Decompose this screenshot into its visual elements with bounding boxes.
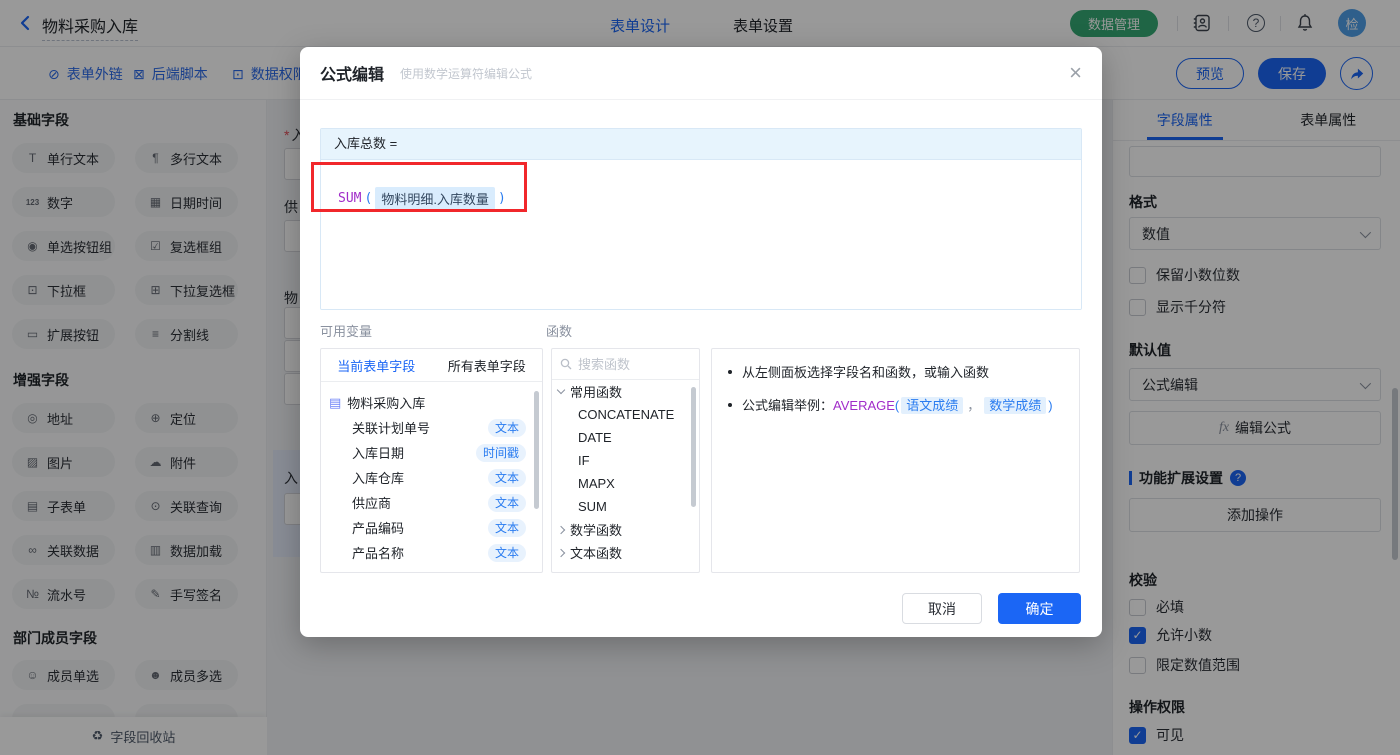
variable-row[interactable]: 产品名称 文本 <box>321 540 542 565</box>
function-group-math[interactable]: 数学函数 <box>552 518 699 541</box>
form-tree-root-label: 物料采购入库 <box>347 396 426 411</box>
variables-panel: 当前表单字段 所有表单字段 ▤ 物料采购入库 关联计划单号 文本 入库日期 时间戳 入… <box>320 348 543 573</box>
example-field-chip: 数学成绩 <box>984 396 1047 414</box>
type-badge: 时间戳 <box>475 443 526 462</box>
scrollbar[interactable] <box>691 387 696 507</box>
function-group-label: 常用函数 <box>570 385 623 400</box>
type-badge: 文本 <box>487 493 526 512</box>
open-paren: ( <box>364 191 373 206</box>
formula-target: 入库总数 = <box>321 129 1081 160</box>
open-paren: ( <box>894 397 900 413</box>
formula-expression: SUM(物料明细.入库数量) <box>338 187 509 210</box>
bullet-icon <box>728 402 732 407</box>
function-search-input[interactable] <box>578 356 678 372</box>
formula-input-area[interactable]: SUM(物料明细.入库数量) <box>321 160 1081 309</box>
variables-label: 可用变量 <box>320 324 373 339</box>
variable-name: 入库仓库 <box>352 471 405 486</box>
type-badge: 文本 <box>487 543 526 562</box>
functions-label: 函数 <box>546 324 573 339</box>
comma: ， <box>967 397 981 413</box>
search-icon <box>560 358 572 370</box>
help-example: 公式编辑举例：AVERAGE(语文成绩，数学成绩) <box>742 396 1053 416</box>
type-badge: 文本 <box>487 518 526 537</box>
confirm-button[interactable]: 确定 <box>998 593 1081 624</box>
modal-subtitle: 使用数学运算符编辑公式 <box>400 66 533 81</box>
example-function: AVERAGE <box>833 397 895 413</box>
variable-name: 供应商 <box>352 496 392 511</box>
formula-edit-modal: 公式编辑 使用数学运算符编辑公式 × 入库总数 = SUM(物料明细.入库数量)… <box>300 47 1102 637</box>
variable-row[interactable]: 产品编码 文本 <box>321 515 542 540</box>
bullet-icon <box>728 370 732 374</box>
chevron-right-icon <box>556 548 566 557</box>
variable-row[interactable]: 入库日期 时间戳 <box>321 440 542 465</box>
close-icon[interactable]: × <box>1069 62 1082 84</box>
variable-row[interactable]: 关联计划单号 文本 <box>321 415 542 440</box>
type-badge: 文本 <box>487 418 526 437</box>
form-tree-root[interactable]: ▤ 物料采购入库 <box>321 390 542 415</box>
variable-name: 关联计划单号 <box>352 421 431 436</box>
function-item[interactable]: MAPX <box>552 472 699 495</box>
help-text: 从左侧面板选择字段名和函数，或输入函数 <box>742 365 990 380</box>
formula-editor[interactable]: 入库总数 = SUM(物料明细.入库数量) <box>320 128 1082 310</box>
variable-name: 产品编码 <box>352 521 405 536</box>
help-panel: 从左侧面板选择字段名和函数，或输入函数 公式编辑举例：AVERAGE(语文成绩，… <box>711 348 1080 573</box>
function-group-text[interactable]: 文本函数 <box>552 541 699 564</box>
example-prefix: 公式编辑举例： <box>742 397 834 413</box>
function-name: SUM <box>338 191 362 206</box>
variable-row[interactable]: 入库仓库 文本 <box>321 465 542 490</box>
scrollbar[interactable] <box>534 391 539 509</box>
function-item[interactable]: CONCATENATE <box>552 403 699 426</box>
function-item[interactable]: DATE <box>552 426 699 449</box>
function-search[interactable] <box>552 349 699 380</box>
function-group-label: 数学函数 <box>570 523 623 538</box>
chevron-down-icon <box>556 385 566 395</box>
close-paren: ) <box>497 191 506 206</box>
field-chip[interactable]: 物料明细.入库数量 <box>375 187 495 210</box>
chevron-right-icon <box>556 525 566 534</box>
modal-title: 公式编辑 <box>320 67 385 84</box>
form-icon: ▤ <box>329 394 342 410</box>
app-window: 物料采购入库 表单设计 表单设置 数据管理 ? 检 ⊘ 表单外链 ⊠ 后端脚本 ⊡ 数… <box>0 0 1400 755</box>
variables-tabs: 当前表单字段 所有表单字段 <box>321 349 542 382</box>
tab-all-form-fields[interactable]: 所有表单字段 <box>432 349 543 381</box>
type-badge: 文本 <box>487 468 526 487</box>
function-item[interactable]: SUM <box>552 495 699 518</box>
example-field-chip: 语文成绩 <box>901 396 964 414</box>
modal-header: 公式编辑 使用数学运算符编辑公式 × <box>300 47 1102 100</box>
help-example-line: 公式编辑举例：AVERAGE(语文成绩，数学成绩) <box>728 396 1063 416</box>
tab-current-form-fields[interactable]: 当前表单字段 <box>321 349 432 381</box>
variable-name: 入库日期 <box>352 446 405 461</box>
close-paren: ) <box>1048 397 1053 413</box>
functions-panel: 常用函数 CONCATENATE DATE IF MAPX SUM 数学函数 文… <box>551 348 700 573</box>
cancel-button[interactable]: 取消 <box>902 593 982 624</box>
variable-row[interactable]: 供应商 文本 <box>321 490 542 515</box>
variable-name: 产品名称 <box>352 546 405 561</box>
function-group-common[interactable]: 常用函数 <box>552 380 699 403</box>
function-group-label: 文本函数 <box>570 546 623 561</box>
help-line: 从左侧面板选择字段名和函数，或输入函数 <box>728 363 1063 383</box>
function-item[interactable]: IF <box>552 449 699 472</box>
